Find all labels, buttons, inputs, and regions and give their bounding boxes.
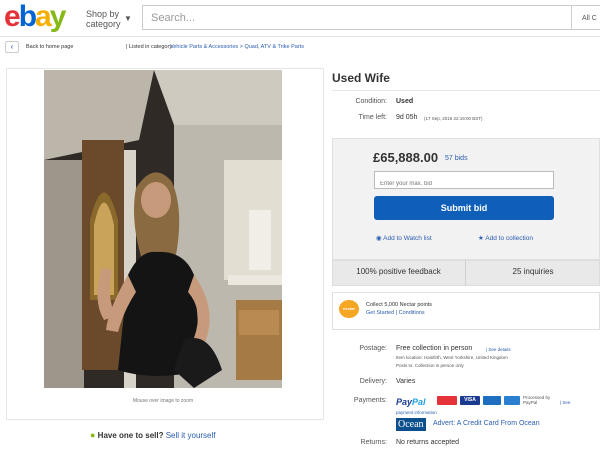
paypal-logo-pay: Pay [396, 397, 413, 407]
add-to-collection-link[interactable]: ★ Add to collection [478, 234, 533, 242]
returns-value: No returns accepted [396, 439, 460, 446]
paypal-logo: PayPal [396, 397, 426, 407]
item-photo[interactable] [44, 70, 282, 388]
back-arrow-icon[interactable]: ‹ [5, 41, 19, 53]
collection-label: Add to collection [485, 235, 533, 242]
bid-count-link[interactable]: 57 bids [445, 155, 468, 162]
delivery-label: Delivery: [359, 378, 387, 385]
eye-icon: ◉ [376, 235, 382, 242]
processed-by-paypal: Processed by PayPal [523, 395, 551, 405]
logo-letter-b: b [18, 0, 37, 33]
time-left-detail: (17 Sep, 2016 22:19:00 BST) [424, 116, 483, 121]
paypal-logo-pal: Pal [412, 397, 426, 407]
postage-label: Postage: [359, 345, 387, 352]
category-path-link[interactable]: Vehicle Parts & Accessories > Quad, ATV … [170, 44, 304, 50]
title-divider [332, 90, 600, 91]
condition-label: Condition: [355, 98, 387, 105]
nectar-logo: nectar [339, 300, 359, 318]
shop-by-category-button[interactable]: Shop by category ▼ [86, 9, 136, 29]
condition-value: Used [396, 98, 414, 105]
search-input[interactable] [143, 6, 571, 29]
nectar-points-text: Collect 5,000 Nectar points [366, 302, 433, 308]
chevron-down-icon: ▼ [124, 14, 132, 23]
item-location: Item location: Hainfirth, West Yorkshire… [396, 355, 508, 360]
max-bid-input[interactable] [375, 176, 553, 192]
shop-by-category-label: Shop by category [86, 9, 121, 29]
time-left-value: 9d 05h [396, 114, 418, 121]
item-photo-illustration [44, 70, 282, 388]
maestro-icon [483, 396, 501, 405]
inquiries-count: 25 inquiries [512, 267, 554, 276]
sell-it-yourself-link[interactable]: Sell it yourself [166, 431, 216, 440]
submit-bid-button[interactable]: Submit bid [374, 196, 554, 220]
returns-label: Returns: [360, 439, 387, 446]
ocean-advert-link[interactable]: Advert: A Credit Card From Ocean [433, 420, 540, 427]
payments-label: Payments: [353, 397, 387, 404]
posts-to: Posts to: Collection in person only [396, 363, 464, 368]
category-select[interactable]: All C [572, 5, 600, 30]
mastercard-icon [437, 396, 457, 405]
ebay-logo[interactable]: ebay [4, 0, 67, 33]
max-bid-field[interactable] [374, 171, 554, 192]
current-price: £65,888.00 [373, 150, 439, 165]
see-details-link[interactable]: | See details [486, 347, 511, 352]
logo-letter-e: e [4, 0, 21, 33]
logo-letter-y: y [49, 0, 67, 33]
payment-information-link[interactable]: payment information [396, 410, 437, 415]
nectar-links[interactable]: Get Started | Conditions [366, 310, 425, 316]
ocean-logo[interactable]: Ocean [396, 418, 426, 431]
watch-list-label: Add to Watch list [383, 235, 432, 242]
back-to-home-link[interactable]: Back to home page [26, 44, 73, 50]
delivery-value: Varies [396, 378, 416, 385]
sell-question: Have one to sell? [97, 431, 164, 440]
sell-prompt: ● Have one to sell? Sell it yourself [90, 430, 216, 440]
star-icon: ★ [478, 235, 484, 242]
amex-icon [504, 396, 520, 405]
time-left-label: Time left: [358, 114, 387, 121]
postage-value: Free collection in person [396, 345, 473, 352]
see-link[interactable]: | See [560, 400, 570, 405]
visa-icon: VISA [460, 396, 480, 405]
zoom-hint: Mouse over image to zoom [132, 398, 194, 404]
positive-feedback: 100% positive feedback [356, 267, 441, 276]
logo-letter-a: a [35, 0, 52, 33]
search-box[interactable] [142, 5, 572, 30]
item-title: Used Wife [332, 71, 390, 85]
add-to-watch-list-link[interactable]: ◉ Add to Watch list [376, 234, 432, 242]
listed-in-category-label: | Listed in category: [126, 44, 174, 50]
sell-icon: ● [90, 430, 96, 440]
